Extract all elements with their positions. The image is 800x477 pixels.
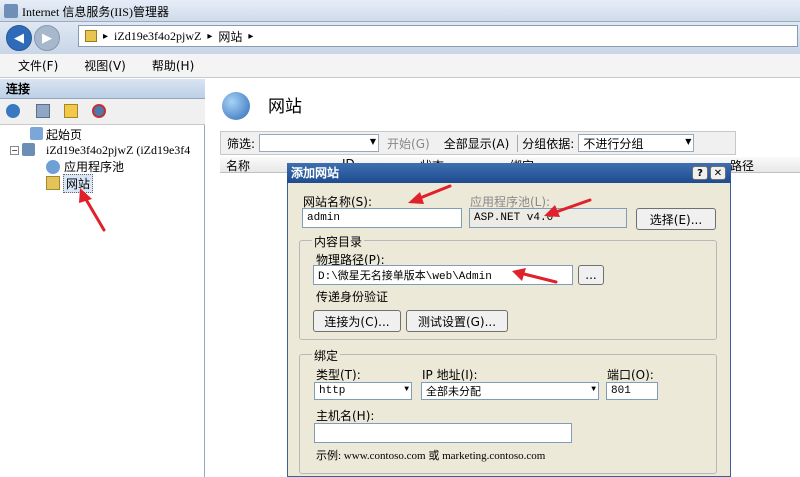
menu-bar: 文件(F) 视图(V) 帮助(H) <box>0 54 800 78</box>
sites-icon <box>46 176 60 190</box>
dropdown-arrow-icon[interactable]: ▼ <box>404 385 409 394</box>
window-title: Internet 信息服务(IIS)管理器 <box>22 5 169 19</box>
up-folder-icon[interactable] <box>64 104 78 118</box>
tree-app-pools[interactable]: 应用程序池 <box>64 158 124 175</box>
dropdown-arrow-icon[interactable]: ▼ <box>591 385 596 394</box>
host-name-example: 示例: www.contoso.com 或 marketing.contoso.… <box>316 450 546 462</box>
globe-icon <box>222 92 250 120</box>
menu-help[interactable]: 帮助(H) <box>152 57 194 74</box>
connect-as-button[interactable]: 连接为(C)... <box>313 310 401 332</box>
tree-server[interactable]: iZd19e3f4o2pjwZ (iZd19e3f4 <box>46 143 190 158</box>
back-button[interactable]: ◀ <box>6 25 32 51</box>
physical-path-input[interactable]: D:\微星无名接单版本\web\Admin <box>313 265 573 285</box>
dropdown-arrow-icon[interactable]: ▼ <box>685 137 691 146</box>
page-title: 网站 <box>268 97 302 117</box>
save-icon[interactable] <box>36 104 50 118</box>
start-filter-button[interactable]: 开始(G) <box>387 135 430 152</box>
host-name-input[interactable] <box>314 423 572 443</box>
filter-label: 筛选: <box>227 136 256 151</box>
group-by-select[interactable]: 不进行分组 ▼ <box>578 134 695 152</box>
type-select[interactable]: http ▼ <box>314 382 412 400</box>
menu-file[interactable]: 文件(F) <box>18 57 58 74</box>
connections-toolbar <box>0 99 205 125</box>
dialog-help-button[interactable]: ? <box>692 166 708 180</box>
breadcrumb-page[interactable]: 网站 <box>218 28 242 45</box>
show-all-button[interactable]: 全部显示(A) <box>444 135 510 152</box>
connect-icon[interactable] <box>6 104 20 118</box>
column-name[interactable]: 名称 <box>226 157 250 174</box>
apppool-icon <box>46 160 60 174</box>
group-by-label: 分组依据: <box>517 134 574 152</box>
address-bar[interactable]: ▸ iZd19e3f4o2pjwZ ▸ 网站 ▸ <box>78 25 798 47</box>
app-icon <box>4 4 18 18</box>
site-name-input[interactable]: admin <box>302 208 462 228</box>
dialog-close-button[interactable]: ✕ <box>710 166 726 180</box>
column-path[interactable]: 路径 <box>730 157 754 174</box>
browse-button[interactable]: ... <box>578 265 604 285</box>
ip-address-select[interactable]: 全部未分配 ▼ <box>421 382 599 400</box>
select-apppool-button[interactable]: 选择(E)... <box>636 208 716 230</box>
binding-label: 绑定 <box>312 347 341 364</box>
host-name-label: 主机名(H): <box>316 409 375 423</box>
menu-view[interactable]: 视图(V) <box>84 57 126 74</box>
server-icon <box>22 143 35 156</box>
connections-header: 连接 <box>0 79 205 99</box>
start-page-icon <box>30 127 43 140</box>
tree-sites[interactable]: 网站 <box>63 174 94 193</box>
content-directory-label: 内容目录 <box>312 233 365 250</box>
forward-button[interactable]: ▶ <box>34 25 60 51</box>
disconnect-icon[interactable] <box>92 104 106 118</box>
port-input[interactable]: 801 <box>606 382 658 400</box>
ip-address-label: IP 地址(I): <box>422 368 478 382</box>
app-pool-field: ASP.NET v4.0 <box>469 208 627 228</box>
dropdown-arrow-icon[interactable]: ▼ <box>370 137 376 146</box>
collapse-icon[interactable]: − <box>10 146 19 155</box>
window-titlebar: Internet 信息服务(IIS)管理器 <box>0 0 800 22</box>
test-settings-button[interactable]: 测试设置(G)... <box>406 310 508 332</box>
pass-through-auth-label: 传递身份验证 <box>316 290 389 304</box>
dialog-title: 添加网站 <box>287 163 731 183</box>
type-label: 类型(T): <box>316 368 361 382</box>
breadcrumb-host[interactable]: iZd19e3f4o2pjwZ <box>114 29 201 44</box>
port-label: 端口(O): <box>607 368 654 382</box>
filter-bar: 筛选: ▼ 开始(G) 全部显示(A) 分组依据: 不进行分组 ▼ <box>220 131 736 155</box>
page-icon <box>85 30 97 42</box>
tree-start-page[interactable]: 起始页 <box>46 126 82 143</box>
filter-input[interactable]: ▼ <box>259 134 380 152</box>
